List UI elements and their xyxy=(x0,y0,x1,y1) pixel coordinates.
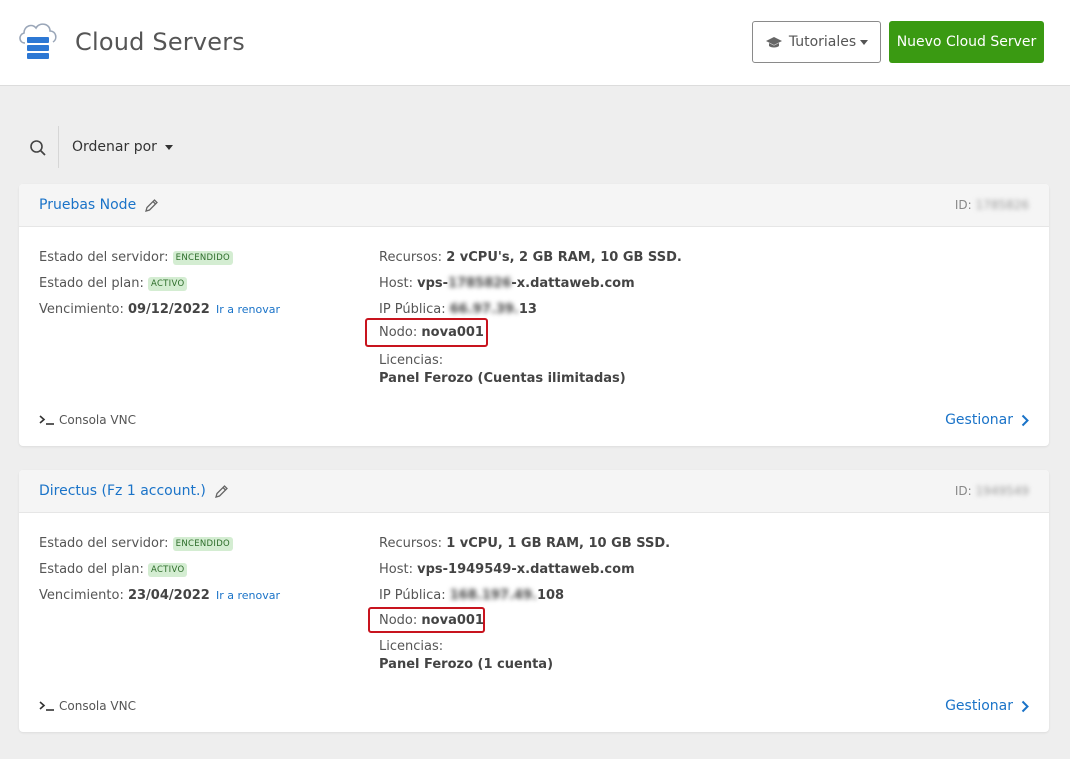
manage-link[interactable]: Gestionar xyxy=(945,698,1029,714)
ip-suffix: 108 xyxy=(536,588,565,603)
toolbar-divider xyxy=(58,126,59,168)
manage-label: Gestionar xyxy=(945,698,1013,714)
server-id-value: 1949549 xyxy=(975,484,1029,498)
vnc-console-button[interactable]: Consola VNC xyxy=(39,413,136,427)
caret-down-icon xyxy=(164,144,173,150)
ip-label: IP Pública: xyxy=(379,588,446,603)
graduation-cap-icon xyxy=(765,36,782,47)
plan-status-label: Estado del plan: xyxy=(39,562,144,577)
host-prefix: vps- xyxy=(417,276,449,291)
resources-label: Recursos: xyxy=(379,536,443,551)
expiry-value: 23/04/2022 xyxy=(127,588,210,603)
ip-label: IP Pública: xyxy=(379,302,446,317)
tutorials-label: Tutoriales xyxy=(788,34,857,50)
node-row: Nodo: nova001 xyxy=(379,325,484,340)
licenses-label: Licencias: xyxy=(379,639,444,654)
expiry-value: 09/12/2022 xyxy=(127,302,210,317)
expiry-label: Vencimiento: xyxy=(39,302,124,317)
resources-value: 1 vCPU, 1 GB RAM, 10 GB SSD. xyxy=(446,536,671,551)
ip-row: IP Pública: 66.97.39.13 xyxy=(379,302,537,317)
pencil-edit-icon[interactable] xyxy=(214,484,229,499)
server-card-header: Directus (Fz 1 account.) ID: 1949549 xyxy=(19,470,1049,513)
host-label: Host: xyxy=(379,276,413,291)
server-name[interactable]: Pruebas Node xyxy=(39,197,136,213)
server-id: ID: 1949549 xyxy=(955,484,1029,498)
ip-row: IP Pública: 168.197.49.108 xyxy=(379,588,564,603)
node-row: Nodo: nova001 xyxy=(379,613,484,628)
ip-hidden-part: 66.97.39. xyxy=(449,302,519,317)
server-id-value: 1785826 xyxy=(975,198,1029,212)
server-card: Directus (Fz 1 account.) ID: 1949549 Est… xyxy=(19,470,1049,732)
license-text: Panel Ferozo (1 cuenta) xyxy=(379,657,554,672)
expiry-row: Vencimiento: 09/12/2022 Ir a renovar xyxy=(39,302,280,317)
server-card-header: Pruebas Node ID: 1785826 xyxy=(19,184,1049,227)
server-name-link[interactable]: Pruebas Node xyxy=(39,197,159,213)
search-icon[interactable] xyxy=(29,139,47,157)
id-label: ID: xyxy=(954,198,972,212)
plan-status-label: Estado del plan: xyxy=(39,276,144,291)
host-row: Host: vps-1949549-x.dattaweb.com xyxy=(379,562,635,577)
license-value: Panel Ferozo (1 cuenta) xyxy=(379,657,553,672)
host-value: vps-1949549-x.dattaweb.com xyxy=(417,562,635,577)
vnc-console-button[interactable]: Consola VNC xyxy=(39,699,136,713)
licenses-label: Licencias: xyxy=(379,353,444,368)
manage-link[interactable]: Gestionar xyxy=(945,412,1029,428)
new-cloud-server-button[interactable]: Nuevo Cloud Server xyxy=(889,21,1044,63)
cloud-server-logo-icon xyxy=(19,23,57,59)
plan-badge: ACTIVO xyxy=(147,277,188,291)
id-label: ID: xyxy=(954,484,972,498)
node-value: nova001 xyxy=(421,613,484,628)
renew-link[interactable]: Ir a renovar xyxy=(216,589,280,602)
page-title: Cloud Servers xyxy=(75,28,245,56)
server-name[interactable]: Directus (Fz 1 account.) xyxy=(39,483,206,499)
status-badge: ENCENDIDO xyxy=(172,537,234,551)
resources-row: Recursos: 2 vCPU's, 2 GB RAM, 10 GB SSD. xyxy=(379,250,682,265)
plan-status-row: Estado del plan: ACTIVO xyxy=(39,562,188,577)
vnc-label: Consola VNC xyxy=(59,699,136,713)
resources-value: 2 vCPU's, 2 GB RAM, 10 GB SSD. xyxy=(446,250,682,265)
host-label: Host: xyxy=(379,562,413,577)
sort-dropdown[interactable]: Ordenar por xyxy=(72,139,173,155)
manage-label: Gestionar xyxy=(945,412,1013,428)
resources-label: Recursos: xyxy=(379,250,443,265)
server-status-label: Estado del servidor: xyxy=(39,250,169,265)
terminal-icon xyxy=(39,701,54,711)
license-value: Panel Ferozo (Cuentas ilimitadas) xyxy=(379,371,626,386)
server-status-row: Estado del servidor: ENCENDIDO xyxy=(39,250,234,265)
pencil-edit-icon[interactable] xyxy=(144,198,159,213)
server-name-link[interactable]: Directus (Fz 1 account.) xyxy=(39,483,229,499)
caret-down-icon xyxy=(860,39,869,45)
tutorials-button[interactable]: Tutoriales xyxy=(752,21,881,63)
server-card: Pruebas Node ID: 1785826 Estado del serv… xyxy=(19,184,1049,446)
server-id: ID: 1785826 xyxy=(955,198,1029,212)
plan-badge: ACTIVO xyxy=(147,563,188,577)
chevron-right-icon xyxy=(1021,414,1029,426)
server-status-label: Estado del servidor: xyxy=(39,536,169,551)
host-hidden-part: 1785826 xyxy=(448,276,512,291)
server-status-row: Estado del servidor: ENCENDIDO xyxy=(39,536,234,551)
node-label: Nodo: xyxy=(379,613,418,628)
chevron-right-icon xyxy=(1021,700,1029,712)
ip-suffix: 13 xyxy=(518,302,537,317)
host-row: Host: vps-1785826-x.dattaweb.com xyxy=(379,276,635,291)
plan-status-row: Estado del plan: ACTIVO xyxy=(39,276,188,291)
node-label: Nodo: xyxy=(379,325,418,340)
terminal-icon xyxy=(39,415,54,425)
license-text: Panel Ferozo (Cuentas ilimitadas) xyxy=(379,371,626,386)
expiry-label: Vencimiento: xyxy=(39,588,124,603)
sort-label: Ordenar por xyxy=(72,139,157,155)
resources-row: Recursos: 1 vCPU, 1 GB RAM, 10 GB SSD. xyxy=(379,536,670,551)
node-value: nova001 xyxy=(421,325,484,340)
expiry-row: Vencimiento: 23/04/2022 Ir a renovar xyxy=(39,588,280,603)
ip-hidden-part: 168.197.49. xyxy=(449,588,537,603)
renew-link[interactable]: Ir a renovar xyxy=(216,303,280,316)
vnc-label: Consola VNC xyxy=(59,413,136,427)
status-badge: ENCENDIDO xyxy=(172,251,234,265)
host-suffix: -x.dattaweb.com xyxy=(511,276,635,291)
app-header: Cloud Servers Tutoriales Nuevo Cloud Ser… xyxy=(0,0,1070,86)
